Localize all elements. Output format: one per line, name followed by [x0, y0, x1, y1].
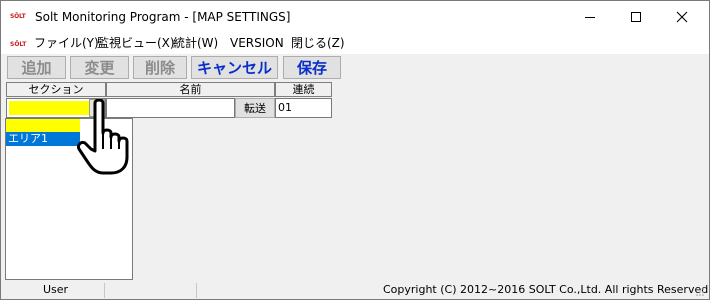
maximize-icon	[631, 11, 641, 22]
minimize-icon	[585, 16, 595, 18]
save-button[interactable]: 保存	[283, 56, 341, 79]
status-divider	[104, 283, 105, 298]
status-copyright: Copyright (C) 2012~2016 SOLT Co.,Ltd. Al…	[383, 283, 710, 296]
menu-monitor-view[interactable]: 監視ビュー(X)	[97, 35, 175, 51]
hand-pointer-icon	[77, 99, 129, 175]
resize-grip-icon[interactable]	[695, 287, 705, 297]
menu-statistics[interactable]: 統計(W)	[173, 35, 218, 51]
menu-logo: SŌLT	[10, 41, 27, 48]
window-title: Solt Monitoring Program - [MAP SETTINGS]	[35, 10, 291, 24]
app-window: SŌLT Solt Monitoring Program - [MAP SETT…	[0, 0, 710, 300]
header-name: 名前	[106, 82, 275, 97]
delete-button[interactable]: 削除	[133, 56, 187, 79]
header-renzoku: 連続	[275, 82, 332, 97]
title-bar: SŌLT Solt Monitoring Program - [MAP SETT…	[1, 1, 709, 32]
menu-close[interactable]: 閉じる(Z)	[291, 35, 345, 51]
renzoku-value: 01	[278, 101, 292, 114]
renzoku-field[interactable]: 01	[275, 98, 332, 118]
add-button[interactable]: 追加	[7, 56, 66, 79]
status-user: User	[43, 283, 69, 296]
close-icon	[676, 11, 688, 22]
menu-bar: SŌLT ファイル(Y) 監視ビュー(X) 統計(W) VERSION 閉じる(…	[1, 32, 709, 54]
dropdown-option-area1[interactable]: エリア1	[6, 132, 80, 146]
menu-file[interactable]: ファイル(Y)	[34, 35, 99, 51]
dropdown-option-empty[interactable]	[6, 119, 80, 132]
header-section: セクション	[6, 82, 106, 97]
menu-version[interactable]: VERSION	[230, 35, 284, 51]
app-logo: SŌLT	[10, 13, 26, 20]
send-button[interactable]: 転送	[235, 98, 275, 118]
status-divider	[196, 283, 197, 298]
change-button[interactable]: 変更	[70, 56, 129, 79]
minimize-button[interactable]	[567, 1, 613, 32]
status-bar: User Copyright (C) 2012~2016 SOLT Co.,Lt…	[1, 280, 709, 299]
cancel-button[interactable]: キャンセル	[191, 56, 278, 79]
close-button[interactable]	[659, 1, 705, 32]
maximize-button[interactable]	[613, 1, 659, 32]
